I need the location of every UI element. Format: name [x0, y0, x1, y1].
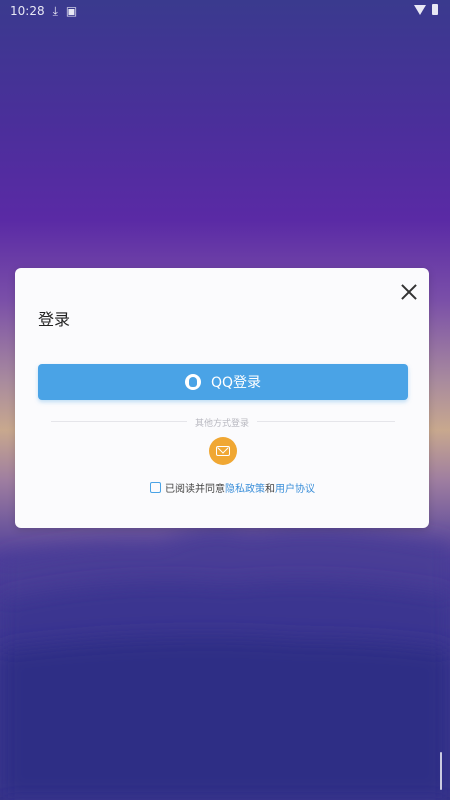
login-dialog: 登录 QQ登录 其他方式登录 已阅读并同意 隐私政策 和 用户协议	[15, 268, 429, 528]
email-login-button[interactable]	[209, 437, 237, 465]
agreement-prefix: 已阅读并同意	[165, 484, 225, 495]
download-icon: ⤓	[52, 3, 58, 18]
privacy-policy-link[interactable]: 隐私政策	[225, 480, 265, 495]
other-methods-label: 其他方式登录	[186, 416, 258, 429]
scroll-handle[interactable]	[440, 752, 442, 790]
wifi-icon	[414, 4, 426, 15]
qq-icon	[184, 374, 201, 390]
notification-icon: ▣	[65, 4, 78, 18]
dialog-title: 登录	[38, 310, 71, 329]
agreement-row: 已阅读并同意 隐私政策 和 用户协议	[150, 480, 315, 495]
qq-login-button[interactable]: QQ登录	[38, 364, 408, 400]
close-icon[interactable]	[399, 282, 419, 302]
agreement-connector: 和	[265, 484, 275, 495]
qq-login-label: QQ登录	[210, 375, 262, 391]
user-agreement-link[interactable]: 用户协议	[275, 480, 315, 495]
status-right-icons	[414, 4, 438, 15]
mail-icon	[216, 446, 230, 456]
status-time: 10:28	[10, 4, 45, 18]
app-screen: 10:28 ⤓ ▣ 登录 QQ登录 其他方式登录 已阅读并同意 隐私政策 和 用…	[0, 0, 450, 800]
agreement-checkbox[interactable]	[150, 482, 161, 493]
battery-icon	[432, 4, 438, 15]
status-bar: 10:28 ⤓ ▣	[0, 0, 450, 22]
